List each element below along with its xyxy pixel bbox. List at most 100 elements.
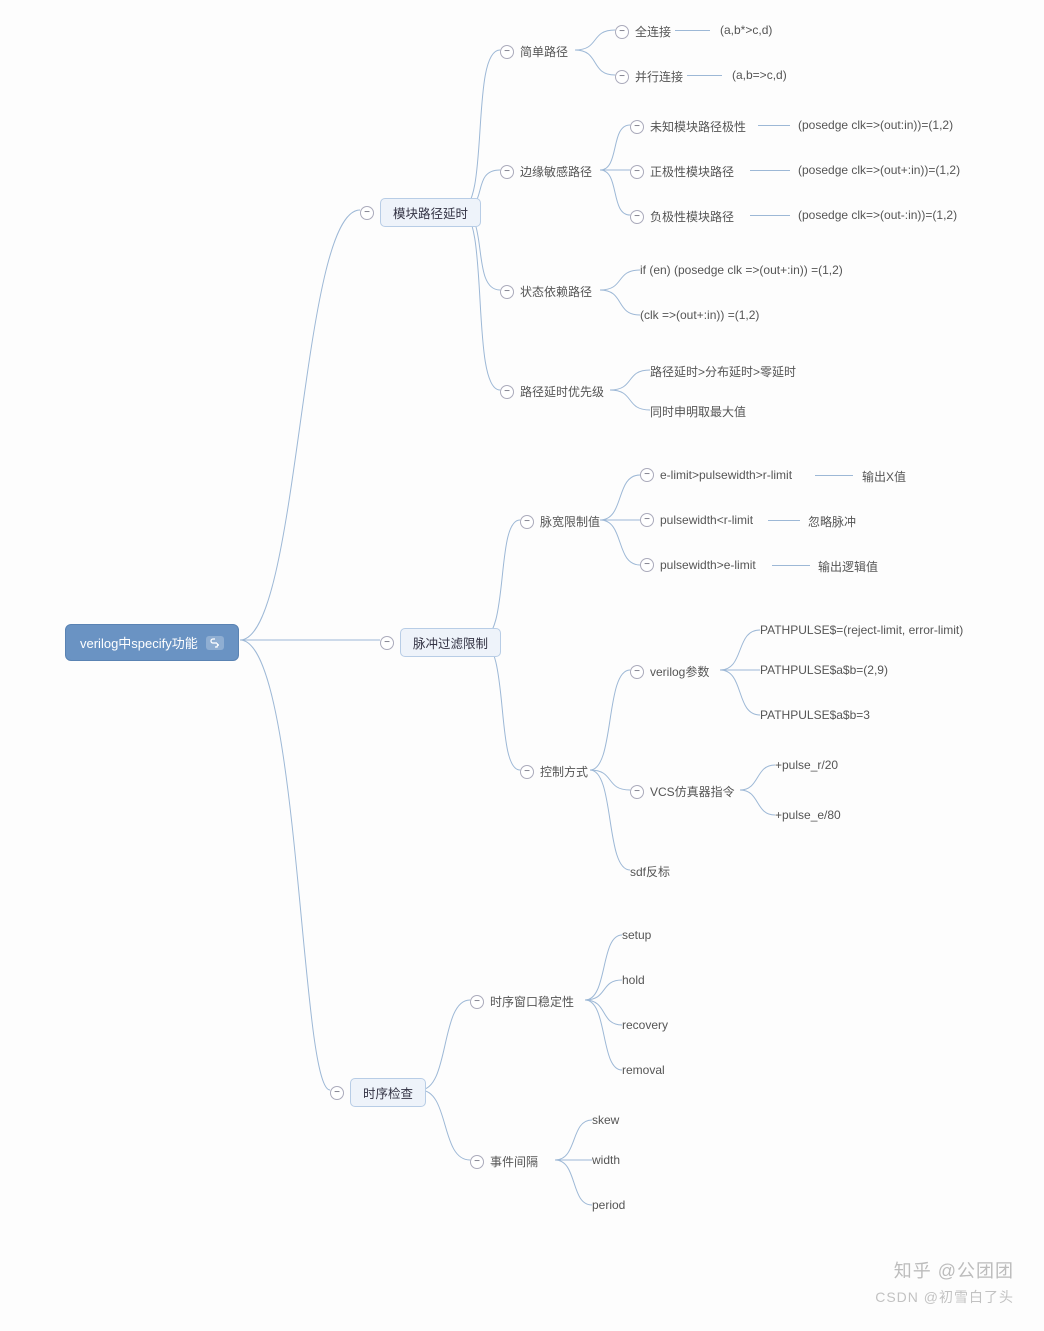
branch-pulse-filter[interactable]: − 脉冲过滤限制 [380,628,501,657]
node-label: 正极性模块路径 [650,162,734,181]
node-label: pulsewidth<r-limit [660,512,753,528]
node-label: 路径延时优先级 [520,382,604,401]
branch-label: 脉冲过滤限制 [400,628,501,657]
leaf-pulse-r: +pulse_r/20 [775,757,838,773]
node-label: pulsewidth>e-limit [660,557,756,573]
node-delay-priority[interactable]: − 路径延时优先级 [500,382,604,401]
collapse-icon[interactable]: − [520,765,534,779]
leaf-pathpulse-3: PATHPULSE$a$b=3 [760,707,870,723]
collapse-icon[interactable]: − [380,636,394,650]
collapse-icon[interactable]: − [640,468,654,482]
leaf-unknown-polarity-detail: (posedge clk=>(out:in))=(1,2) [798,117,953,133]
node-control-method[interactable]: − 控制方式 [520,762,588,781]
leaf-skew: skew [592,1112,619,1128]
node-positive-polarity[interactable]: − 正极性模块路径 [630,162,734,181]
node-label: 全连接 [635,22,671,41]
collapse-icon[interactable]: − [630,785,644,799]
collapse-icon[interactable]: − [360,206,374,220]
branch-label: 时序检查 [350,1078,426,1107]
connector-segment [758,125,790,126]
collapse-icon[interactable]: − [640,558,654,572]
collapse-icon[interactable]: − [630,210,644,224]
collapse-icon[interactable]: − [500,285,514,299]
node-label: VCS仿真器指令 [650,782,735,801]
root-node[interactable]: verilog中specify功能 [65,624,239,661]
node-label: 时序窗口稳定性 [490,992,574,1011]
leaf-negative-polarity-detail: (posedge clk=>(out-:in))=(1,2) [798,207,957,223]
leaf-setup: setup [622,927,651,943]
connector-segment [815,475,853,476]
leaf-pathpulse-2: PATHPULSE$a$b=(2,9) [760,662,888,678]
collapse-icon[interactable]: − [520,515,534,529]
leaf-width: width [592,1152,620,1168]
branch-timing-check[interactable]: − 时序检查 [330,1078,426,1107]
collapse-icon[interactable]: − [630,665,644,679]
node-pulsewidth-limit[interactable]: − 脉宽限制值 [520,512,600,531]
leaf-pulse-e: +pulse_e/80 [775,807,841,823]
node-label: verilog参数 [650,662,709,681]
node-pulsewidth-gt-e[interactable]: − pulsewidth>e-limit [640,557,756,573]
branch-label: 模块路径延时 [380,198,481,227]
node-label: 简单路径 [520,42,568,61]
collapse-icon[interactable]: − [330,1086,344,1100]
connector-segment [750,170,790,171]
node-timing-window-stability[interactable]: − 时序窗口稳定性 [470,992,574,1011]
connector-segment [750,215,790,216]
leaf-state-dep-1: if (en) (posedge clk =>(out+:in)) =(1,2) [640,262,843,278]
leaf-output-x: 输出X值 [862,467,906,486]
node-elimit-gt[interactable]: − e-limit>pulsewidth>r-limit [640,467,792,483]
node-label: 脉宽限制值 [540,512,600,531]
leaf-recovery: recovery [622,1017,668,1033]
collapse-icon[interactable]: − [615,70,629,84]
leaf-state-dep-2: (clk =>(out+:in)) =(1,2) [640,307,759,323]
node-verilog-param[interactable]: − verilog参数 [630,662,709,681]
connector-segment [768,520,800,521]
collapse-icon[interactable]: − [500,165,514,179]
branch-module-path-delay[interactable]: − 模块路径延时 [360,198,481,227]
link-icon [206,636,224,650]
leaf-priority-1: 路径延时>分布延时>零延时 [650,362,796,381]
leaf-full-connect-detail: (a,b*>c,d) [720,22,772,38]
node-vcs-directive[interactable]: − VCS仿真器指令 [630,782,735,801]
node-label: 并行连接 [635,67,683,86]
leaf-removal: removal [622,1062,665,1078]
collapse-icon[interactable]: − [500,385,514,399]
node-event-interval[interactable]: − 事件间隔 [470,1152,538,1171]
connector-segment [772,565,810,566]
node-pulsewidth-lt-r[interactable]: − pulsewidth<r-limit [640,512,753,528]
leaf-sdf-back: sdf反标 [630,862,670,881]
collapse-icon[interactable]: − [615,25,629,39]
node-full-connect[interactable]: − 全连接 [615,22,671,41]
root-label: verilog中specify功能 [80,633,198,652]
leaf-positive-polarity-detail: (posedge clk=>(out+:in))=(1,2) [798,162,960,178]
collapse-icon[interactable]: − [640,513,654,527]
leaf-parallel-connect-detail: (a,b=>c,d) [732,67,787,83]
node-label: 状态依赖路径 [520,282,592,301]
node-label: 事件间隔 [490,1152,538,1171]
node-negative-polarity[interactable]: − 负极性模块路径 [630,207,734,226]
connector-segment [687,75,722,76]
collapse-icon[interactable]: − [630,120,644,134]
node-label: 控制方式 [540,762,588,781]
watermark-csdn: CSDN @初雪白了头 [875,1287,1014,1307]
leaf-priority-2: 同时申明取最大值 [650,402,746,421]
leaf-output-logic: 输出逻辑值 [818,557,878,576]
collapse-icon[interactable]: − [470,995,484,1009]
leaf-pathpulse-1: PATHPULSE$=(reject-limit, error-limit) [760,622,963,638]
leaf-period: period [592,1197,625,1213]
watermark-zhihu: 知乎 @公团团 [894,1257,1014,1283]
node-unknown-polarity[interactable]: − 未知模块路径极性 [630,117,746,136]
node-label: e-limit>pulsewidth>r-limit [660,467,792,483]
collapse-icon[interactable]: − [630,165,644,179]
connector-segment [675,30,710,31]
node-label: 负极性模块路径 [650,207,734,226]
node-label: 未知模块路径极性 [650,117,746,136]
leaf-ignore-pulse: 忽略脉冲 [808,512,856,531]
node-state-dependent-path[interactable]: − 状态依赖路径 [500,282,592,301]
collapse-icon[interactable]: − [500,45,514,59]
node-simple-path[interactable]: − 简单路径 [500,42,568,61]
node-parallel-connect[interactable]: − 并行连接 [615,67,683,86]
collapse-icon[interactable]: − [470,1155,484,1169]
node-label: 边缘敏感路径 [520,162,592,181]
node-edge-sensitive-path[interactable]: − 边缘敏感路径 [500,162,592,181]
